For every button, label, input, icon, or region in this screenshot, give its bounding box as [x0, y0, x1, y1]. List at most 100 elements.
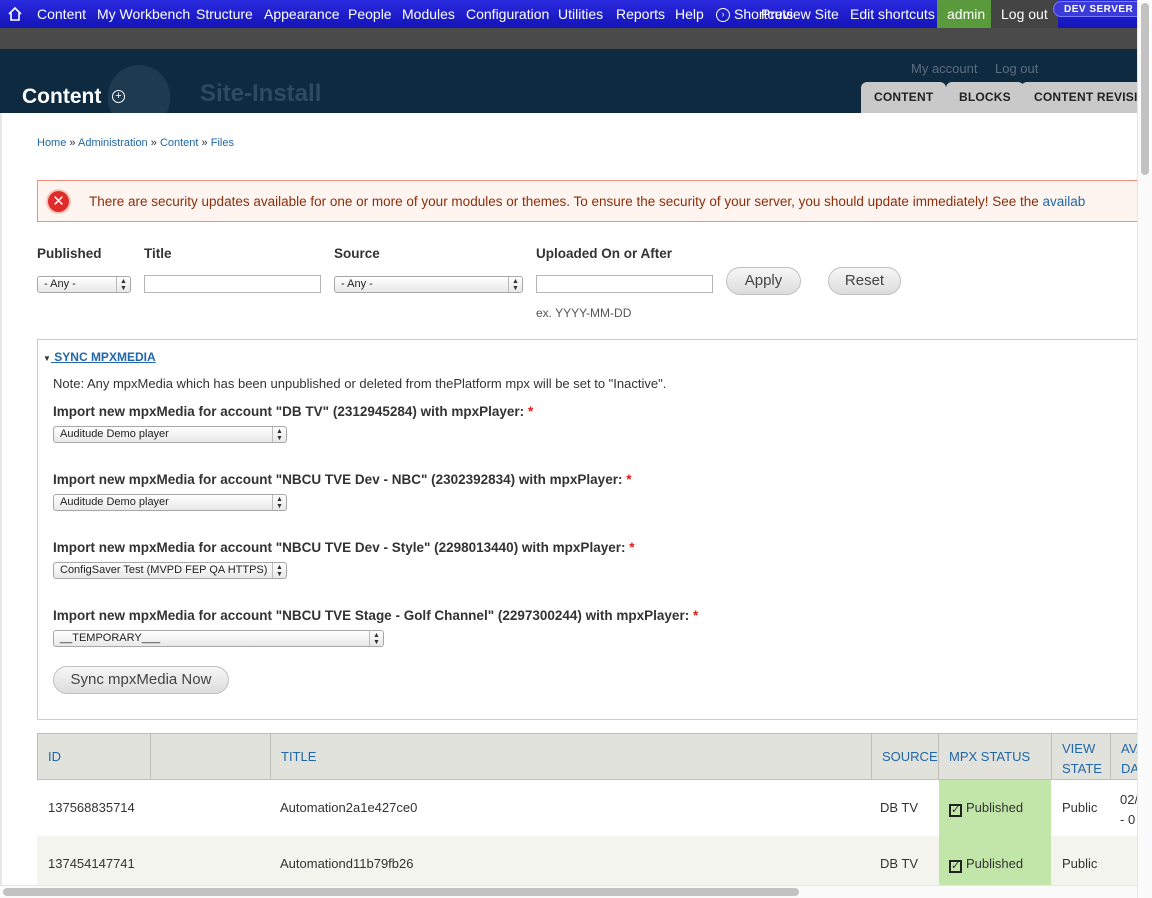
toolbar-item-utilities[interactable]: Utilities [558, 0, 603, 28]
sync-note: Note: Any mpxMedia which has been unpubl… [53, 376, 667, 391]
horizontal-scrollbar[interactable] [0, 885, 1137, 898]
toolbar-item-people[interactable]: People [348, 0, 392, 28]
shortcut-bar [0, 28, 1137, 49]
sync-mpxmedia-fieldset: ▼ SYNC MPXMEDIA Note: Any mpxMedia which… [37, 339, 1137, 720]
breadcrumb-administration[interactable]: Administration [78, 137, 148, 149]
tab-content[interactable]: CONTENT [861, 82, 947, 113]
row-mpx-status: ✓ Published [939, 780, 1051, 836]
my-account-link[interactable]: My account [911, 61, 977, 76]
breadcrumb-separator: » [69, 137, 76, 149]
player-select-value: Auditude Demo player [60, 428, 169, 440]
available-date-header-line: AVA [1121, 741, 1137, 756]
account-label-text: Import new mpxMedia for account "DB TV" … [53, 404, 525, 419]
player-select-nbcu-nbc[interactable]: Auditude Demo player ▲ ▼ [53, 494, 287, 511]
toolbar-item-structure[interactable]: Structure [196, 0, 253, 28]
user-account-link[interactable]: admin [937, 0, 996, 28]
player-select-golf-channel[interactable]: __TEMPORARY___ ▲ ▼ [53, 630, 384, 647]
preview-site-link[interactable]: Preview Site [761, 0, 839, 28]
title-filter-label: Title [144, 246, 172, 261]
select-arrows-icon: ▲ ▼ [272, 563, 286, 578]
toolbar-item-reports[interactable]: Reports [616, 0, 665, 28]
toolbar-item-configuration[interactable]: Configuration [466, 0, 549, 28]
sync-mpxmedia-toggle[interactable]: ▼ SYNC MPXMEDIA [43, 350, 156, 364]
available-updates-link[interactable]: availab [1043, 194, 1086, 209]
view-state-header-line: STATE [1062, 761, 1102, 776]
apply-button[interactable]: Apply [726, 267, 801, 295]
column-header-available-date[interactable]: AVA DAT [1111, 734, 1137, 780]
logout-link[interactable]: Log out [991, 0, 1058, 28]
account-label-db-tv: Import new mpxMedia for account "DB TV" … [53, 404, 533, 419]
account-label-text: Import new mpxMedia for account "NBCU TV… [53, 608, 690, 623]
row-mpx-status: ✓ Published [939, 836, 1051, 885]
account-label-golf-channel: Import new mpxMedia for account "NBCU TV… [53, 608, 698, 623]
row-title-link[interactable]: Automation2a1e427ce0 [269, 780, 428, 836]
available-date-line: 02/ [1120, 792, 1137, 807]
published-filter-value: - Any - [44, 278, 76, 290]
title-filter-input[interactable] [144, 275, 321, 293]
row-source: DB TV [880, 800, 919, 815]
player-select-value: __TEMPORARY___ [60, 632, 161, 644]
chevron-right-icon: › [716, 8, 730, 23]
breadcrumb-separator: » [201, 137, 208, 149]
select-arrows-icon: ▲ ▼ [272, 427, 286, 442]
breadcrumb-files[interactable]: Files [211, 137, 234, 149]
select-arrows-icon: ▲ ▼ [116, 277, 130, 292]
admin-toolbar: Content My Workbench Structure Appearanc… [0, 0, 1152, 28]
column-header-thumbnail [151, 734, 271, 780]
account-label-text: Import new mpxMedia for account "NBCU TV… [53, 472, 623, 487]
column-header-id[interactable]: ID [38, 734, 151, 780]
security-update-message: ✕ There are security updates available f… [37, 180, 1137, 222]
add-shortcut-icon[interactable]: + [112, 90, 125, 103]
toolbar-item-help[interactable]: Help [675, 0, 704, 28]
breadcrumb-content[interactable]: Content [160, 137, 199, 149]
row-status-text: Published [966, 800, 1024, 815]
tab-blocks[interactable]: BLOCKS [946, 82, 1024, 113]
edit-shortcuts-link[interactable]: Edit shortcuts [850, 0, 935, 28]
uploaded-filter-label: Uploaded On or After [536, 246, 673, 261]
drupal-logo [108, 65, 170, 113]
header-logout-link[interactable]: Log out [995, 61, 1038, 76]
row-id: 137568835714 [48, 800, 135, 815]
date-format-hint: ex. YYYY-MM-DD [536, 306, 632, 320]
page-header: Site-Install Content + My account Log ou… [0, 49, 1137, 113]
table-header: ID TITLE SOURCE MPX STATUS VIEW STATE AV… [37, 733, 1137, 780]
toolbar-item-my-workbench[interactable]: My Workbench [97, 0, 190, 28]
required-marker: * [527, 404, 534, 419]
reset-button[interactable]: Reset [828, 267, 901, 295]
toolbar-item-appearance[interactable]: Appearance [264, 0, 340, 28]
scrollbar-thumb[interactable] [3, 888, 799, 896]
toolbar-item-content[interactable]: Content [37, 0, 86, 28]
main-content: Home » Administration » Content » Files … [0, 113, 1137, 885]
tab-content-revisions[interactable]: CONTENT REVISIO [1021, 82, 1137, 113]
required-marker: * [626, 472, 632, 487]
sync-mpxmedia-now-button[interactable]: Sync mpxMedia Now [53, 666, 229, 694]
toolbar-item-modules[interactable]: Modules [402, 0, 455, 28]
row-title-link[interactable]: Automationd11b79fb26 [269, 836, 424, 885]
collapse-triangle-icon: ▼ [43, 354, 51, 363]
uploaded-date-input[interactable] [536, 275, 713, 293]
column-header-source[interactable]: SOURCE [872, 734, 939, 780]
row-view-state: Public [1062, 800, 1098, 815]
required-marker: * [692, 608, 699, 623]
site-name[interactable]: Site-Install [200, 80, 321, 108]
source-filter-select[interactable]: - Any - ▲ ▼ [334, 276, 523, 293]
required-marker: * [629, 540, 635, 555]
row-id: 137454147741 [48, 856, 135, 871]
column-header-mpx-status[interactable]: MPX STATUS [939, 734, 1052, 780]
scrollbar-thumb[interactable] [1141, 3, 1149, 175]
source-filter-label: Source [334, 246, 380, 261]
breadcrumb-home[interactable]: Home [37, 137, 66, 149]
table-row: 137568835714 Automation2a1e427ce0 DB TV … [37, 780, 1137, 836]
breadcrumb: Home » Administration » Content » Files [37, 137, 234, 149]
security-message-text: There are security updates available for… [89, 194, 1043, 209]
column-header-view-state[interactable]: VIEW STATE [1052, 734, 1111, 780]
player-select-nbcu-style[interactable]: ConfigSaver Test (MVPD FEP QA HTTPS) ▲ ▼ [53, 562, 287, 579]
player-select-db-tv[interactable]: Auditude Demo player ▲ ▼ [53, 426, 287, 443]
table-row: 137454147741 Automationd11b79fb26 DB TV … [37, 836, 1137, 885]
published-filter-select[interactable]: - Any - ▲ ▼ [37, 276, 131, 293]
column-header-title[interactable]: TITLE [271, 734, 872, 780]
player-select-value: Auditude Demo player [60, 496, 169, 508]
home-icon[interactable] [8, 0, 22, 28]
vertical-scrollbar[interactable] [1137, 0, 1152, 898]
available-date-header-line: DAT [1121, 761, 1137, 776]
